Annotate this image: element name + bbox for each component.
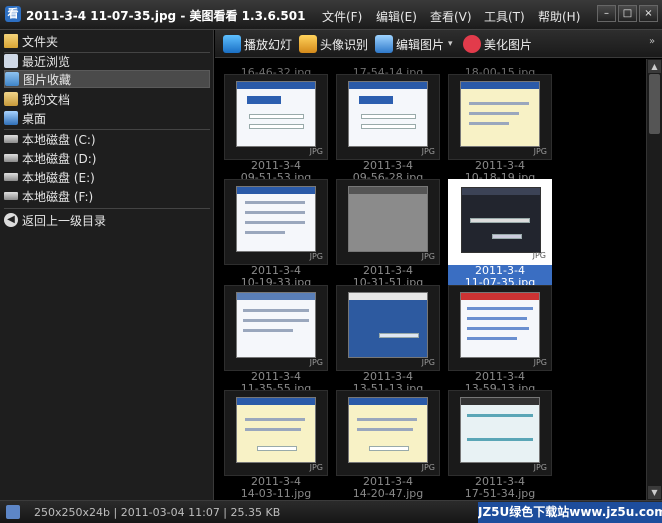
back-label: 返回上一级目录	[22, 213, 107, 228]
window-controls: – □ ×	[597, 5, 658, 22]
disk-icon	[4, 192, 18, 200]
scrollbar-thumb[interactable]	[649, 74, 660, 134]
sidebar-item-label: 文件夹	[22, 34, 59, 49]
drive-f[interactable]: 本地磁盘 (F:)	[4, 187, 210, 205]
folder-pane: 文件夹 最近浏览 图片收藏 我的文档 桌面 本地磁盘 (C:) 本地磁盘 (D:…	[0, 30, 214, 500]
folder-icon	[4, 34, 18, 48]
close-button[interactable]: ×	[639, 5, 658, 22]
status-bar: 250x250x24b | 2011-03-04 11:07 | 25.35 K…	[0, 500, 662, 523]
thumbnail-selected[interactable]: JPG	[448, 179, 552, 265]
menu-help[interactable]: 帮助(H)	[538, 8, 592, 25]
toolbar: 播放幻灯 头像识别 编辑图片 ▾ 美化图片 »	[215, 30, 662, 58]
slideshow-button[interactable]: 播放幻灯	[223, 34, 292, 54]
sidebar-item-label: 图片收藏	[23, 72, 72, 87]
file-type-label: JPG	[309, 252, 323, 261]
minimize-button[interactable]: –	[597, 5, 616, 22]
thumbnail[interactable]: JPG	[448, 390, 552, 476]
file-type-label: JPG	[533, 463, 547, 472]
sidebar-item-desktop[interactable]: 桌面	[4, 109, 210, 127]
menu-view[interactable]: 查看(V)	[430, 8, 484, 25]
edit-label: 编辑图片	[396, 37, 445, 52]
sidebar-item-label: 我的文档	[22, 92, 71, 107]
beautify-label: 美化图片	[484, 37, 533, 52]
divider	[4, 208, 210, 209]
edit-image-button[interactable]: 编辑图片 ▾	[375, 34, 453, 54]
app-logo-icon: 看	[5, 6, 21, 22]
menu-file[interactable]: 文件(F)	[322, 8, 376, 25]
vertical-scrollbar[interactable]: ▲ ▼	[646, 59, 662, 500]
watermark-banner: JZ5U绿色下载站www.jz5u.com	[478, 502, 662, 523]
disk-icon	[4, 154, 18, 162]
disk-icon	[4, 173, 18, 181]
edit-icon	[375, 35, 393, 53]
back-to-parent-button[interactable]: ◀ 返回上一级目录	[4, 211, 210, 229]
drive-d[interactable]: 本地磁盘 (D:)	[4, 149, 210, 167]
title-bar: 看 2011-3-4 11-07-35.jpg - 美图看看 1.3.6.501…	[0, 0, 662, 30]
menu-bar: 文件(F) 编辑(E) 查看(V) 工具(T) 帮助(H)	[322, 8, 592, 25]
thumbnail[interactable]: JPG	[448, 285, 552, 371]
chevron-down-icon[interactable]: ▾	[448, 39, 453, 49]
file-type-label: JPG	[309, 463, 323, 472]
back-arrow-icon: ◀	[4, 213, 18, 227]
face-icon	[299, 35, 317, 53]
thumbnail[interactable]: JPG	[336, 390, 440, 476]
thumbnail[interactable]: JPG	[336, 74, 440, 160]
scroll-up-icon[interactable]: ▲	[648, 60, 661, 73]
sidebar-item-documents[interactable]: 我的文档	[4, 90, 210, 108]
file-type-label: JPG	[421, 252, 435, 261]
maximize-button[interactable]: □	[618, 5, 637, 22]
face-recognition-button[interactable]: 头像识别	[299, 34, 368, 54]
desktop-icon	[4, 111, 18, 125]
menu-tools[interactable]: 工具(T)	[484, 8, 538, 25]
file-type-label: JPG	[309, 147, 323, 156]
thumbnail[interactable]: JPG	[224, 285, 328, 371]
file-type-label: JPG	[421, 463, 435, 472]
face-label: 头像识别	[320, 37, 369, 52]
thumbnail[interactable]: JPG	[336, 285, 440, 371]
file-type-label: JPG	[533, 147, 547, 156]
thumbnail[interactable]: JPG	[448, 74, 552, 160]
file-type-label: JPG	[421, 147, 435, 156]
thumbnail[interactable]: JPG	[224, 179, 328, 265]
window-title: 2011-3-4 11-07-35.jpg - 美图看看 1.3.6.501	[26, 9, 306, 23]
drive-label: 本地磁盘 (D:)	[22, 151, 97, 166]
thumb-caption: 2011-3-4 14-20-47.jpg	[352, 475, 424, 500]
thumbnail-grid[interactable]: 16-46-32.jpg 17-54-14.jpg 18-00-15.jpg J…	[215, 59, 646, 500]
menu-edit[interactable]: 编辑(E)	[376, 8, 430, 25]
drive-label: 本地磁盘 (C:)	[22, 132, 96, 147]
thumbnail[interactable]: JPG	[224, 74, 328, 160]
drive-c[interactable]: 本地磁盘 (C:)	[4, 130, 210, 148]
thumbnail[interactable]: JPG	[224, 390, 328, 476]
beautify-icon	[463, 35, 481, 53]
image-info-icon	[6, 505, 20, 519]
drive-label: 本地磁盘 (F:)	[22, 189, 94, 204]
documents-icon	[4, 92, 18, 106]
disk-icon	[4, 135, 18, 143]
file-type-label: JPG	[533, 358, 547, 367]
sidebar-item-pictures[interactable]: 图片收藏	[4, 70, 210, 88]
sidebar-item-folders[interactable]: 文件夹	[4, 32, 210, 50]
scroll-down-icon[interactable]: ▼	[648, 486, 661, 499]
drive-e[interactable]: 本地磁盘 (E:)	[4, 168, 210, 186]
sidebar-item-recent[interactable]: 最近浏览	[4, 52, 210, 70]
thumb-caption: 2011-3-4 17-51-34.jpg	[464, 475, 536, 500]
slideshow-icon	[223, 35, 241, 53]
drive-label: 本地磁盘 (E:)	[22, 170, 95, 185]
file-type-label: JPG	[421, 358, 435, 367]
toolbar-overflow-icon[interactable]: »	[649, 36, 655, 47]
clock-icon	[4, 54, 18, 68]
slideshow-label: 播放幻灯	[244, 37, 293, 52]
thumbnail[interactable]: JPG	[336, 179, 440, 265]
sidebar-item-label: 桌面	[22, 111, 47, 126]
sidebar-item-label: 最近浏览	[22, 54, 71, 69]
thumb-caption: 2011-3-4 14-03-11.jpg	[240, 475, 312, 500]
pictures-icon	[5, 72, 19, 86]
beautify-button[interactable]: 美化图片	[463, 34, 532, 54]
file-type-label: JPG	[532, 251, 546, 260]
file-type-label: JPG	[309, 358, 323, 367]
status-info: 250x250x24b | 2011-03-04 11:07 | 25.35 K…	[34, 506, 281, 519]
